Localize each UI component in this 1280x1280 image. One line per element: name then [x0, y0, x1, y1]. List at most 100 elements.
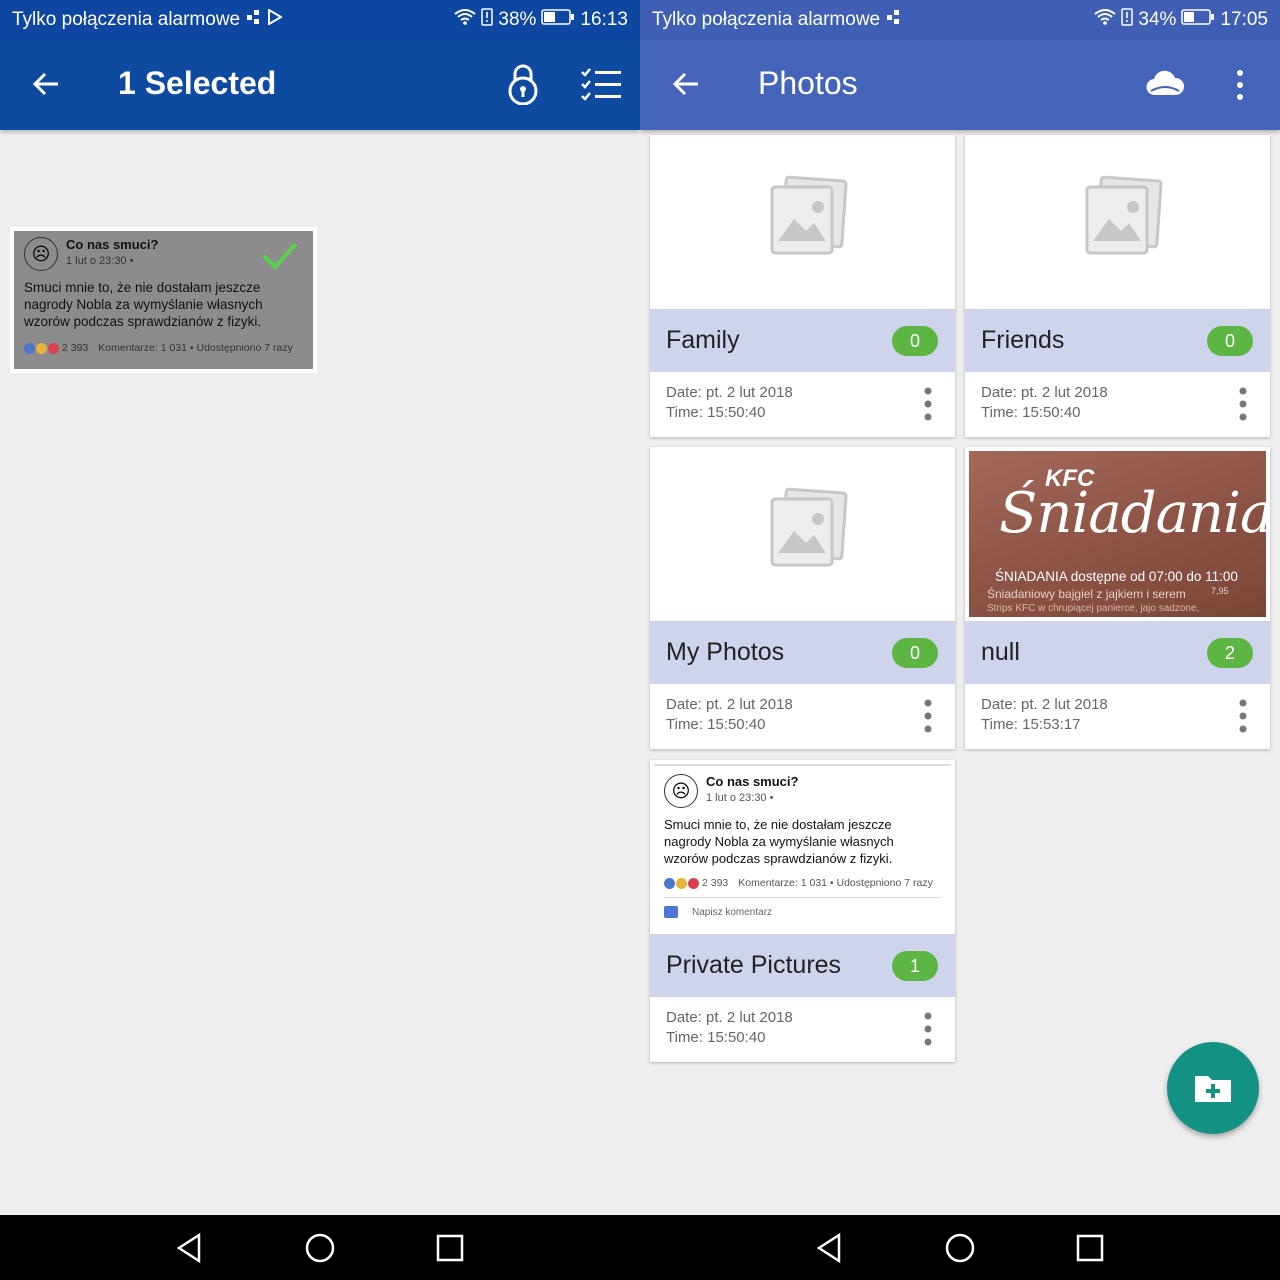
post-date: 1 lut o 23:30 • [66, 255, 134, 267]
reactions: 2 393 [664, 877, 728, 889]
reaction-count: 2 393 [62, 342, 89, 354]
image-placeholder-icon [1085, 175, 1163, 255]
album-name: Private Pictures [666, 951, 842, 979]
post-stats: 2 393 Komentarze: 1 031 • Udostępniono 7… [24, 342, 303, 354]
album-meta: Date: pt. 2 lut 2018 Time: 15:50:40 [666, 383, 793, 423]
checklist-icon[interactable] [580, 67, 622, 101]
avatar: ☹ [664, 774, 698, 808]
album-card-null[interactable]: KFC Śniadania ŚNIADANIA dostępne od 07:0… [965, 447, 1270, 749]
album-name: null [981, 638, 1020, 666]
kfc-line-2: Śniadaniowy bajgiel z jajkiem i serem [987, 587, 1186, 601]
nav-back-icon[interactable] [173, 1231, 207, 1265]
back-arrow-icon[interactable] [670, 68, 702, 100]
clock: 17:05 [1220, 8, 1268, 30]
reaction-count: 2 393 [702, 877, 729, 889]
album-thumbnail: KFC Śniadania ŚNIADANIA dostępne od 07:0… [965, 447, 1270, 621]
album-thumbnail [650, 135, 955, 309]
notification-icon [886, 9, 902, 31]
album-card-private-pictures[interactable]: ☹ Co nas smuci? 1 lut o 23:30 • Smuci mn… [650, 760, 955, 1062]
clock: 16:13 [580, 8, 628, 30]
page-title: 1 Selected [118, 65, 277, 101]
album-time: Time: 15:50:40 [666, 404, 766, 421]
post-date: 1 lut o 23:30 • [706, 792, 774, 804]
left-screen: Tylko połączenia alarmowe 38% 16:13 1 Se… [0, 0, 640, 1215]
nav-home-icon[interactable] [303, 1231, 337, 1265]
right-screen: Tylko połączenia alarmowe 34% 17:05 Phot… [640, 0, 1280, 1215]
kfc-line-3: Strips KFC w chrupiącej panierce, jajo s… [987, 603, 1200, 614]
more-vert-icon[interactable] [923, 387, 933, 421]
add-folder-button[interactable] [1167, 1042, 1259, 1134]
more-vert-icon[interactable] [1238, 387, 1248, 421]
album-count-badge: 0 [1207, 326, 1253, 356]
cloud-icon[interactable] [1145, 69, 1185, 99]
status-bar: Tylko połączenia alarmowe 38% 16:13 [0, 0, 640, 39]
kfc-breakfast-image: KFC Śniadania ŚNIADANIA dostępne od 07:0… [969, 451, 1266, 617]
post-preview: ☹ Co nas smuci? 1 lut o 23:30 • Smuci mn… [650, 760, 955, 932]
wifi-icon [454, 8, 477, 32]
album-count-badge: 1 [892, 951, 938, 981]
nav-home-icon[interactable] [943, 1231, 977, 1265]
like-icon [664, 906, 678, 918]
wifi-icon [1094, 8, 1117, 32]
avatar: ☹ [24, 237, 58, 271]
album-meta: Date: pt. 2 lut 2018 Time: 15:50:40 [981, 383, 1108, 423]
battery-icon [541, 8, 575, 31]
post-body: Smuci mnie to, że nie dostałam jeszcze n… [664, 817, 894, 866]
play-store-icon [268, 7, 284, 31]
album-name-bar: Friends 0 [965, 309, 1270, 372]
battery-percent: 38% [498, 8, 537, 30]
reaction-icons [24, 342, 59, 354]
album-count-badge: 0 [892, 638, 938, 668]
app-bar: 1 Selected [0, 39, 640, 130]
kfc-line-1: ŚNIADANIA dostępne od 07:00 do 11:00 [995, 569, 1238, 584]
album-meta: Date: pt. 2 lut 2018 Time: 15:50:40 [666, 1008, 793, 1048]
kfc-script-title: Śniadania [999, 481, 1266, 546]
overflow-menu-icon[interactable] [1230, 65, 1250, 105]
more-vert-icon[interactable] [923, 1012, 933, 1046]
album-time: Time: 15:50:40 [666, 716, 766, 733]
album-name-bar: My Photos 0 [650, 621, 955, 684]
image-placeholder-icon [770, 487, 848, 567]
album-thumbnail: ☹ Co nas smuci? 1 lut o 23:30 • Smuci mn… [650, 760, 955, 934]
nav-recents-icon[interactable] [433, 1231, 467, 1265]
album-count-badge: 0 [892, 326, 938, 356]
album-thumbnail [965, 135, 1270, 309]
battery-percent: 34% [1138, 8, 1177, 30]
post-title: Co nas smuci? [706, 774, 799, 789]
selected-photo-thumbnail[interactable]: ☹ Co nas smuci? 1 lut o 23:30 • Smuci mn… [10, 227, 317, 373]
add-folder-icon [1195, 1076, 1231, 1102]
comment-share-stats: Komentarze: 1 031 • Udostępniono 7 razy [738, 877, 933, 889]
lock-icon[interactable] [506, 63, 540, 106]
more-vert-icon[interactable] [1238, 699, 1248, 733]
checkmark-icon [261, 241, 299, 271]
album-meta: Date: pt. 2 lut 2018 Time: 15:50:40 [666, 695, 793, 735]
image-placeholder-icon [770, 175, 848, 255]
album-date: Date: pt. 2 lut 2018 [666, 1009, 793, 1026]
app-bar: Photos [640, 39, 1280, 130]
album-card-family[interactable]: Family 0 Date: pt. 2 lut 2018 Time: 15:5… [650, 135, 955, 437]
notification-icon [246, 9, 262, 31]
album-time: Time: 15:50:40 [981, 404, 1081, 421]
album-card-friends[interactable]: Friends 0 Date: pt. 2 lut 2018 Time: 15:… [965, 135, 1270, 437]
album-name-bar: Private Pictures 1 [650, 934, 955, 997]
comment-share-stats: Komentarze: 1 031 • Udostępniono 7 razy [98, 342, 293, 354]
album-name-bar: null 2 [965, 621, 1270, 684]
album-name: Friends [981, 326, 1065, 354]
back-arrow-icon[interactable] [30, 68, 62, 100]
album-name: My Photos [666, 638, 785, 666]
system-nav-bar [0, 1215, 1280, 1280]
page-title: Photos [758, 65, 858, 101]
comment-row: Napisz komentarz [664, 897, 941, 918]
nav-recents-icon[interactable] [1073, 1231, 1107, 1265]
sim-alert-icon [1121, 7, 1134, 32]
more-vert-icon[interactable] [923, 699, 933, 733]
sim-alert-icon [481, 7, 494, 32]
album-date: Date: pt. 2 lut 2018 [666, 696, 793, 713]
kfc-price: 7,95 [1211, 586, 1229, 596]
reaction-icons [664, 877, 699, 889]
album-card-my-photos[interactable]: My Photos 0 Date: pt. 2 lut 2018 Time: 1… [650, 447, 955, 749]
comment-placeholder: Napisz komentarz [692, 906, 773, 918]
album-time: Time: 15:50:40 [666, 1029, 766, 1046]
album-name-bar: Family 0 [650, 309, 955, 372]
nav-back-icon[interactable] [813, 1231, 847, 1265]
